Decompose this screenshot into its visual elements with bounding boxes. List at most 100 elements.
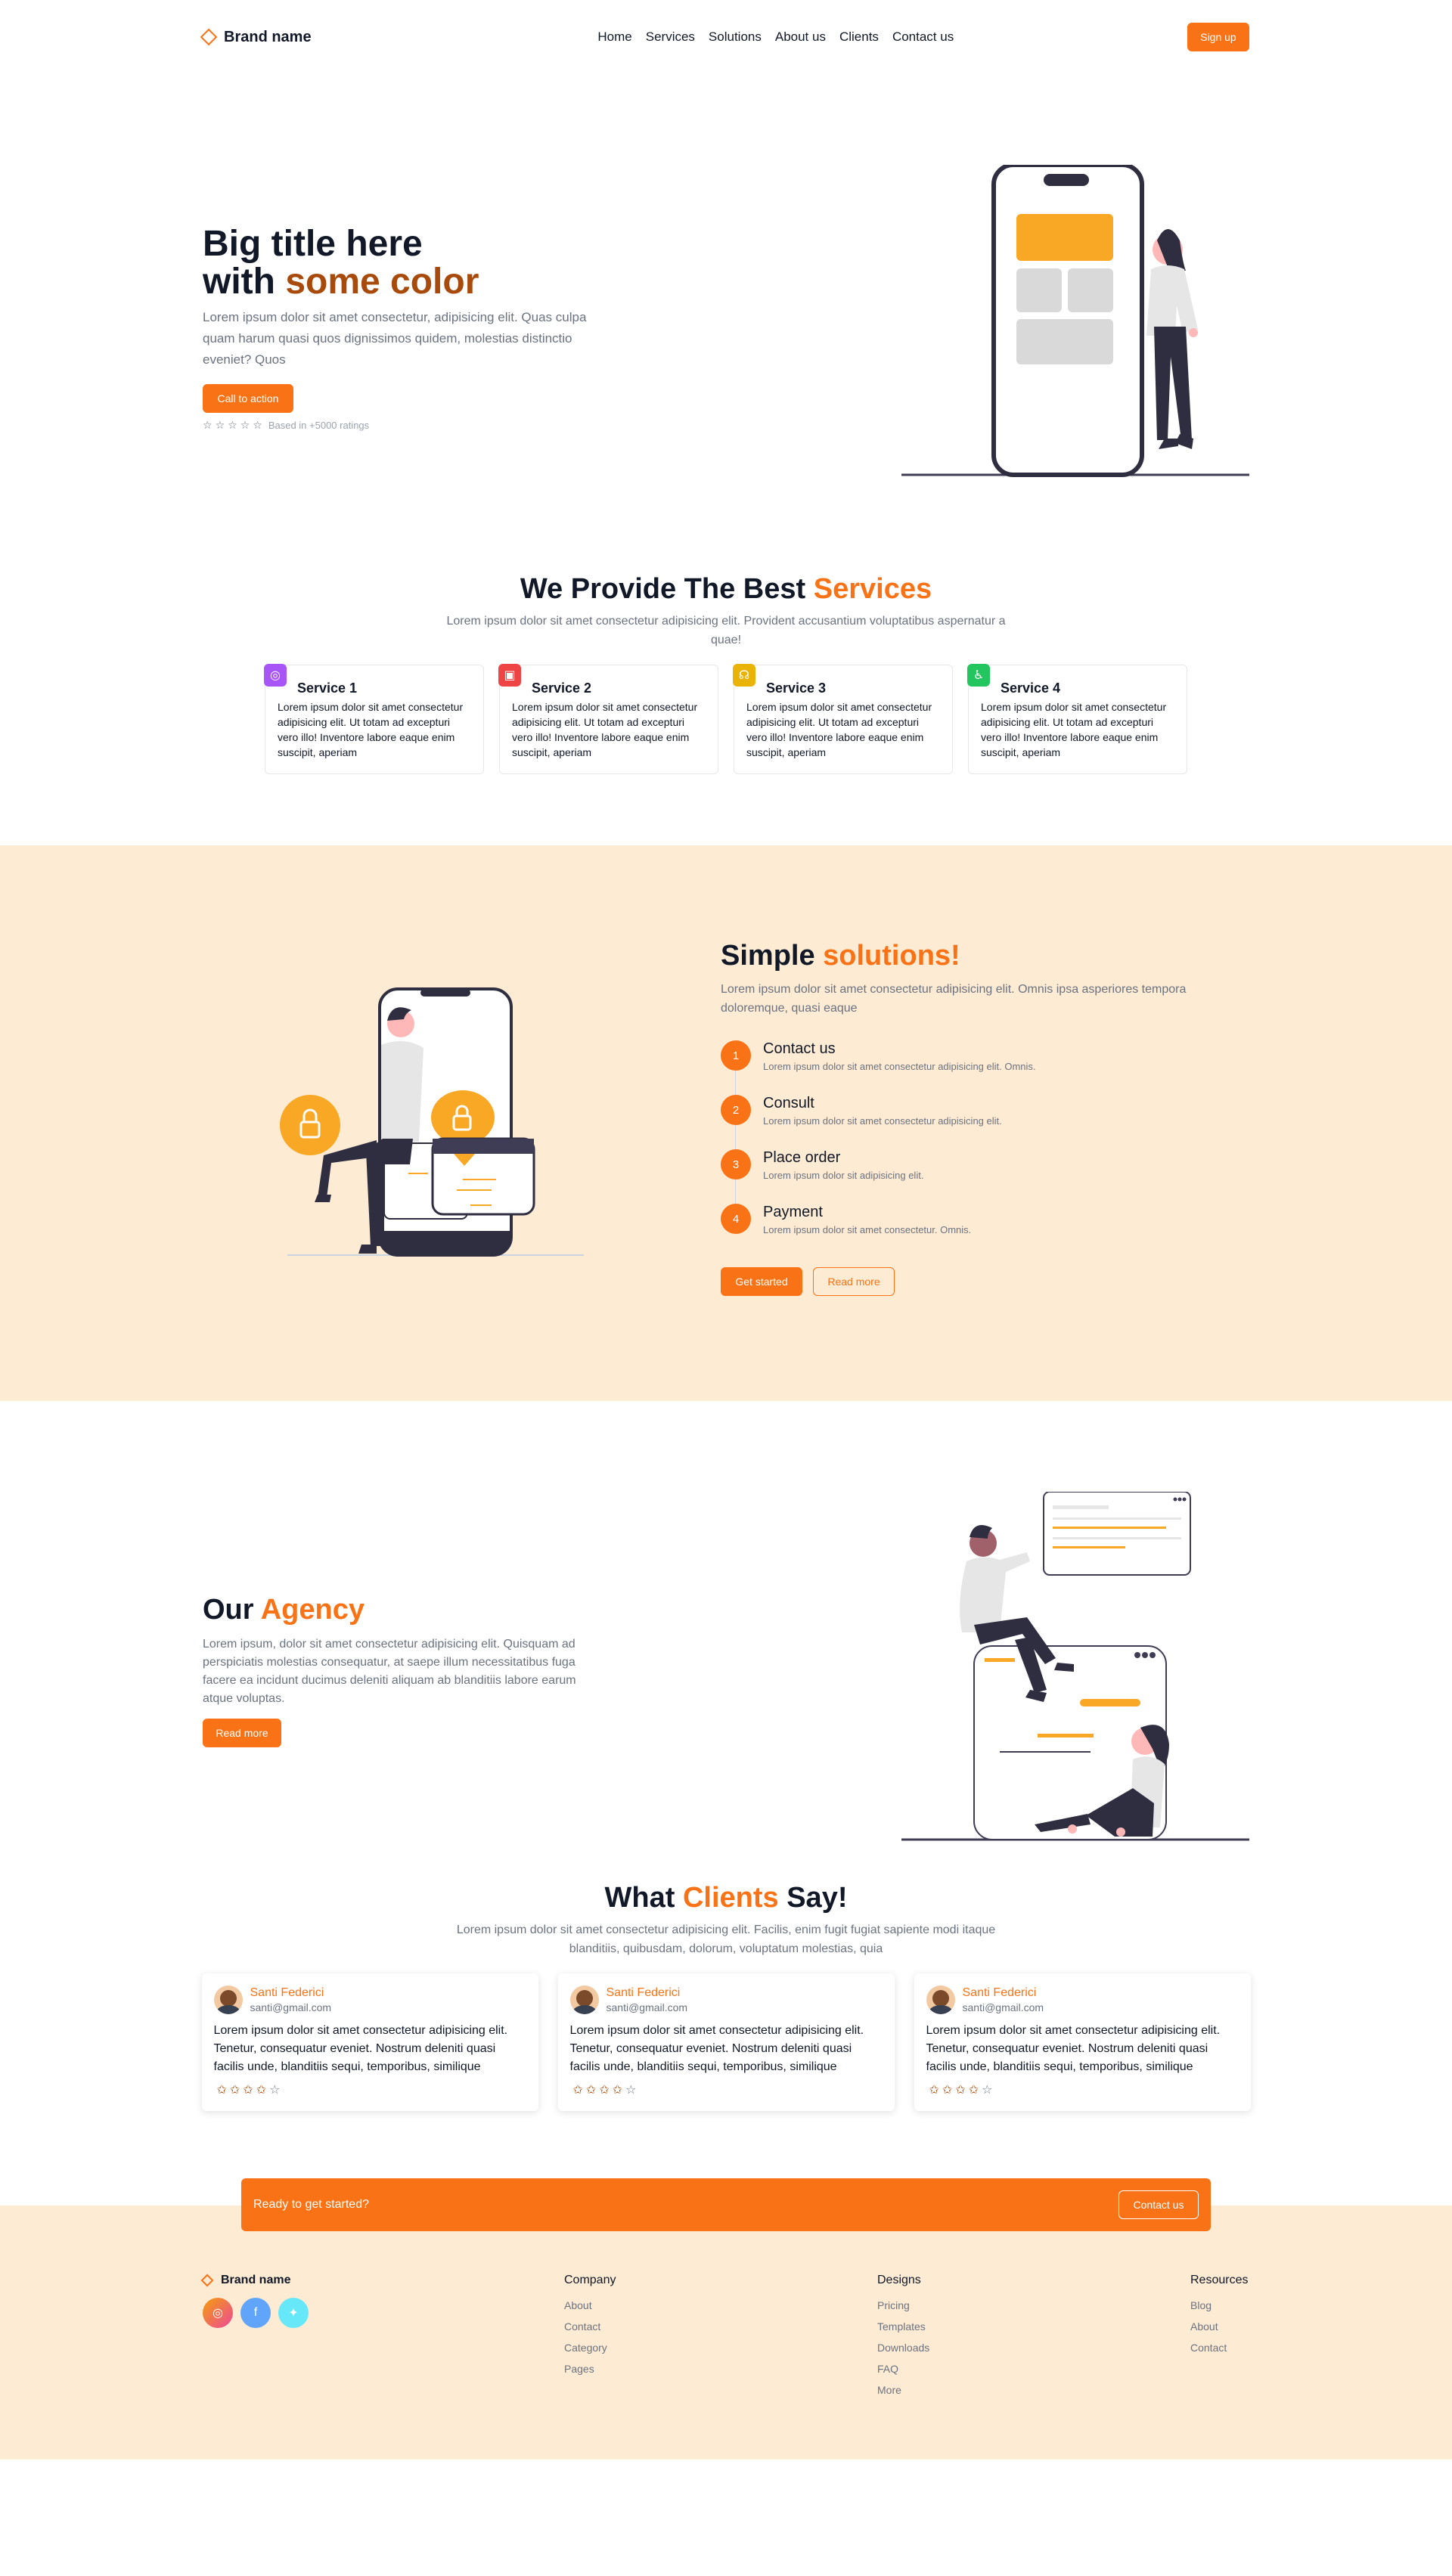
agency-read-more-button[interactable]: Read more [203,1719,281,1747]
footer-column-title: Company [564,2274,616,2286]
nav-link-home[interactable]: Home [597,29,631,45]
star-filled-icon: ✩ [955,2084,966,2097]
dribbble-icon: ◎ [264,664,287,687]
star-filled-icon: ✩ [229,2084,240,2097]
twitter-icon[interactable]: ✦ [278,2298,309,2328]
footer-column-designs: Designs Pricing Templates Downloads FAQ … [877,2274,1190,2401]
nav-link-contact-us[interactable]: Contact us [892,29,954,45]
step-title: Payment [763,1204,823,1220]
footer-link[interactable]: Pages [564,2358,877,2379]
service-card[interactable]: ☊ Service 3 Lorem ipsum dolor sit amet c… [733,664,953,774]
service-text: Lorem ipsum dolor sit amet consectetur a… [278,701,464,758]
step-text: Lorem ipsum dolor sit amet consectetur a… [763,1115,1002,1127]
document-icon: ▣ [498,664,521,687]
service-card[interactable]: ♿ Service 4 Lorem ipsum dolor sit amet c… [967,664,1187,774]
clients-subtitle: Lorem ipsum dolor sit amet consectetur a… [456,1923,996,1955]
testimonial-header: Santi Federici santi@gmail.com [926,1985,1239,2014]
service-card[interactable]: ◎ Service 1 Lorem ipsum dolor sit amet c… [264,664,484,774]
services-grid: ◎ Service 1 Lorem ipsum dolor sit amet c… [0,664,1452,774]
nav-link-services[interactable]: Services [646,29,695,45]
testimonial-rating: ✩ ✩ ✩ ✩ ☆ [214,2082,526,2097]
solutions-buttons: Get started Read more [721,1267,1220,1296]
star-empty-icon: ☆ [982,2084,993,2097]
testimonials-grid: Santi Federici santi@gmail.com Lorem ips… [0,1973,1452,2111]
contact-us-button[interactable]: Contact us [1118,2190,1199,2219]
testimonial-card: Santi Federici santi@gmail.com Lorem ips… [914,1973,1251,2111]
star-filled-icon: ✩ [585,2084,597,2097]
footer-link[interactable]: Category [564,2337,877,2358]
testimonial-text: Lorem ipsum dolor sit amet consectetur a… [569,2024,864,2073]
step-text: Lorem ipsum dolor sit amet consectetur a… [763,1061,1036,1072]
agency-title: Our Agency [203,1594,596,1626]
star-icon: ☆ [215,419,225,431]
star-filled-icon: ✩ [572,2084,583,2097]
client-email: santi@gmail.com [606,2001,688,2013]
social-links: ◎ f ✦ [203,2298,564,2328]
step-text: Lorem ipsum dolor sit adipisicing elit. [763,1170,924,1181]
footer-link[interactable]: More [877,2379,1190,2401]
clients-title-suffix: Say! [778,1882,848,1914]
step-text: Lorem ipsum dolor sit amet consectetur. … [763,1224,972,1235]
footer-link[interactable]: Contact [1190,2337,1248,2358]
hero-section: Big title here with some color Lorem ips… [203,74,1249,498]
avatar [926,1985,955,2014]
star-filled-icon: ✩ [942,2084,953,2097]
footer-column-title: Resources [1190,2274,1249,2286]
footer-link[interactable]: Pricing [877,2295,1190,2316]
footer-link[interactable]: Blog [1190,2295,1248,2316]
headset-icon: ☊ [733,664,755,687]
footer-brand[interactable]: Brand name [200,2274,564,2287]
nav-link-about-us[interactable]: About us [775,29,826,45]
agency-title-accent: Agency [260,1594,365,1626]
step-item: 1 Contact us Lorem ipsum dolor sit amet c… [721,1040,1220,1095]
call-to-action-button[interactable]: Call to action [203,384,293,413]
clients-title-text: What [604,1882,683,1914]
star-icon: ☆ [253,419,262,431]
testimonial-card: Santi Federici santi@gmail.com Lorem ips… [557,1973,895,2111]
brand-logo[interactable]: Brand name [200,28,312,46]
solutions-title: Simple solutions! [721,940,1220,972]
footer-link[interactable]: About [564,2295,877,2316]
top-navbar: Brand name Home Services Solutions About… [200,0,1249,74]
nav-link-solutions[interactable]: Solutions [709,29,762,45]
testimonial-rating: ✩ ✩ ✩ ✩ ☆ [926,2082,1239,2097]
footer-link[interactable]: Downloads [877,2337,1190,2358]
get-started-button[interactable]: Get started [721,1267,802,1296]
testimonial-text: Lorem ipsum dolor sit amet consectetur a… [213,2024,508,2073]
avatar [213,1985,243,2014]
testimonial-header: Santi Federici santi@gmail.com [569,1985,883,2014]
footer-column-title: Designs [877,2274,921,2286]
star-filled-icon: ✩ [968,2084,979,2097]
solutions-title-text: Simple [721,940,824,972]
footer-brand-name: Brand name [221,2274,291,2286]
footer-link[interactable]: FAQ [877,2358,1190,2379]
footer-link[interactable]: Contact [564,2316,877,2337]
nav-link-clients[interactable]: Clients [839,29,879,45]
service-text: Lorem ipsum dolor sit amet consectetur a… [746,701,932,758]
services-title: We Provide The Best Services [0,573,1452,606]
client-email: santi@gmail.com [250,2001,332,2013]
service-title: Service 1 [297,680,358,696]
hero-phone-illustration [901,165,1249,477]
facebook-icon[interactable]: f [240,2298,271,2328]
services-section: We Provide The Best Services Lorem ipsum… [0,498,1452,800]
client-email: santi@gmail.com [962,2001,1044,2013]
star-filled-icon: ✩ [612,2084,623,2097]
step-item: 4 Payment Lorem ipsum dolor sit amet cons… [721,1204,1220,1258]
instagram-icon[interactable]: ◎ [203,2298,233,2328]
footer-link[interactable]: About [1190,2316,1248,2337]
service-text: Lorem ipsum dolor sit amet consectetur a… [512,701,698,758]
solutions-title-accent: solutions! [823,940,960,972]
service-text: Lorem ipsum dolor sit amet consectetur a… [981,701,1167,758]
diamond-logo-icon [200,28,218,46]
footer-link[interactable]: Templates [877,2316,1190,2337]
star-filled-icon: ✩ [216,2084,227,2097]
clients-title: What Clients Say! [0,1882,1452,1914]
clients-section: What Clients Say! Lorem ipsum dolor sit … [0,1877,1452,2178]
client-name: Santi Federici [962,1986,1037,1999]
signup-button[interactable]: Sign up [1187,23,1249,51]
read-more-button[interactable]: Read more [813,1267,895,1296]
service-card[interactable]: ▣ Service 2 Lorem ipsum dolor sit amet c… [498,664,718,774]
solutions-steps: 1 Contact us Lorem ipsum dolor sit amet c… [721,1040,1220,1258]
service-title: Service 2 [532,680,592,696]
